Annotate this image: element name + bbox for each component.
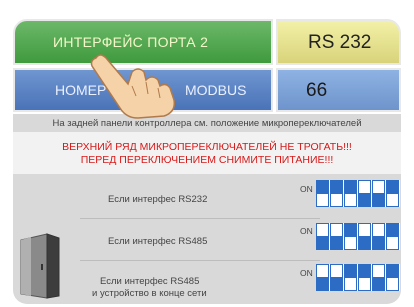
option-rs485-label: Если интерфес RS485 [108, 236, 208, 247]
pointing-hand-icon [90, 54, 176, 119]
dip-switch-cell [386, 264, 400, 291]
dip-switch-cell [344, 223, 358, 250]
dip-switch-knob [359, 278, 370, 290]
hint-text: На задней панели контроллера см. положен… [52, 118, 362, 129]
dip-switch-cell [372, 223, 386, 250]
dip-switch-knob [345, 237, 356, 249]
dip-switch-cell [358, 264, 372, 291]
option-rs232-label: Если интерфес RS232 [108, 194, 208, 205]
dip-switch-cell [330, 264, 344, 291]
dip-switch-cell [344, 264, 358, 291]
dip-switch-cell [372, 264, 386, 291]
dip-switch-cell [330, 180, 344, 207]
on-label-1: ON [300, 184, 313, 194]
dip-switch-knob [373, 265, 384, 277]
warning-line-2: ПЕРЕД ПЕРЕКЛЮЧЕНИЕМ СНИМИТЕ ПИТАНИЕ!!! [80, 154, 334, 166]
dip-switch-cell [358, 180, 372, 207]
warning-line-1: ВЕРХНИЙ РЯД МИКРОПЕРЕКЛЮЧАТЕЛЕЙ НЕ ТРОГА… [62, 141, 352, 153]
dip-switch-knob [373, 224, 384, 236]
dip-switch-knob [345, 278, 356, 290]
dip-switch-rs232 [316, 180, 400, 207]
dip-switch-cell [372, 180, 386, 207]
warning-box [13, 132, 401, 174]
dip-switch-knob [373, 181, 384, 193]
dip-switch-knob [387, 237, 398, 249]
option-rs485-end-label-1: Если интерфес RS485 [100, 276, 200, 287]
settings-panel: ИНТЕРФЕЙС ПОРТА 2 RS 232 НОМЕР MODBUS 66… [0, 0, 414, 307]
dip-switch-knob [345, 194, 356, 206]
dip-switch-knob [331, 194, 342, 206]
modbus-number-value-text: 66 [306, 80, 328, 101]
dip-switch-knob [359, 181, 370, 193]
dip-switch-cell [316, 264, 330, 291]
dip-switch-cell [330, 223, 344, 250]
dip-switch-cell [344, 180, 358, 207]
dip-switch-knob [317, 194, 328, 206]
cabinet-door-icon [20, 233, 60, 299]
dip-switch-rs485 [316, 223, 400, 250]
dip-switch-knob [387, 194, 398, 206]
on-label-2: ON [300, 226, 313, 236]
option-rs485-end-label-2: и устройство в конце сети [92, 288, 207, 299]
separator-2 [80, 260, 320, 261]
dip-switch-cell [316, 223, 330, 250]
dip-switch-knob [317, 265, 328, 277]
dip-switch-cell [386, 223, 400, 250]
modbus-label-right: MODBUS [185, 82, 247, 98]
dip-switch-knob [331, 224, 342, 236]
dip-switch-knob [317, 224, 328, 236]
separator-1 [80, 218, 320, 219]
modbus-number-value[interactable]: 66 [276, 68, 401, 112]
port-interface-label: ИНТЕРФЕЙС ПОРТА 2 [53, 34, 209, 50]
on-label-3: ON [300, 268, 313, 278]
dip-switch-rs485-end [316, 264, 400, 291]
dip-switch-cell [316, 180, 330, 207]
dip-switch-knob [331, 265, 342, 277]
port-interface-value-text: RS 232 [308, 32, 372, 53]
dip-switch-knob [387, 278, 398, 290]
port-interface-value[interactable]: RS 232 [276, 19, 401, 65]
dip-switch-cell [358, 223, 372, 250]
dip-switch-cell [386, 180, 400, 207]
dip-switch-knob [359, 224, 370, 236]
